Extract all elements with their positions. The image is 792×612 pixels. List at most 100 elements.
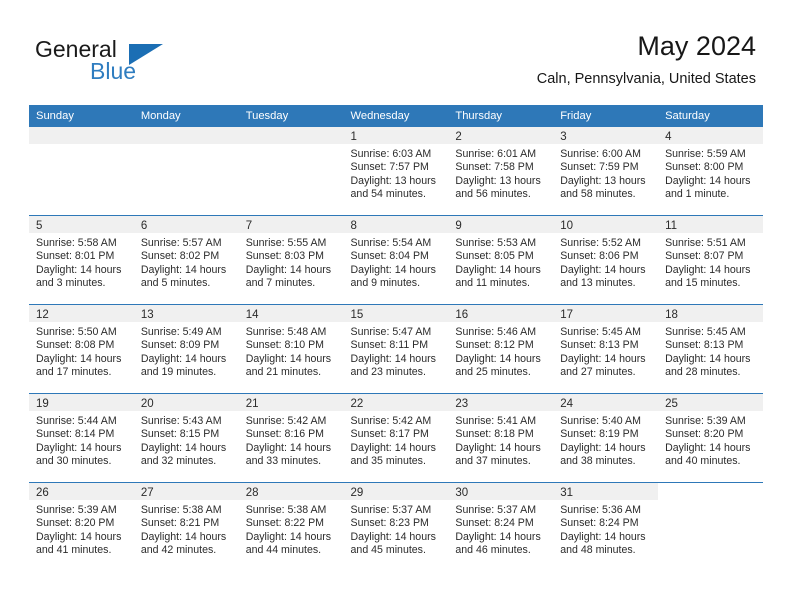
daylight-text-cont: and 3 minutes.	[36, 276, 106, 289]
sunrise-text: Sunrise: 5:47 AM	[350, 326, 432, 338]
calendar-day-cell[interactable]: 27 Sunrise: 5:38 AM Sunset: 8:21 PM Dayligh…	[133, 482, 239, 571]
day-number: 10	[553, 216, 659, 233]
daylight-text: Daylight: 14 hours	[455, 263, 541, 276]
day-cell-inner: 27 Sunrise: 5:38 AM Sunset: 8:21 PM Dayligh…	[133, 483, 239, 571]
daylight-text: Daylight: 14 hours	[560, 530, 646, 543]
daylight-text: Daylight: 14 hours	[560, 441, 646, 454]
sunset-text: Sunset: 8:00 PM	[665, 161, 744, 174]
day-cell-inner: 22 Sunrise: 5:42 AM Sunset: 8:17 PM Dayligh…	[343, 394, 449, 482]
calendar-day-cell[interactable]: 7 Sunrise: 5:55 AM Sunset: 8:03 PM Daylight…	[238, 215, 344, 305]
calendar-day-cell[interactable]: 25 Sunrise: 5:39 AM Sunset: 8:20 PM Dayligh…	[658, 393, 763, 483]
day-number: 20	[133, 394, 239, 411]
day-details	[29, 144, 134, 148]
sunset-text: Sunset: 8:03 PM	[245, 250, 325, 263]
calendar-day-cell[interactable]: 3 Sunrise: 6:00 AM Sunset: 7:59 PM Daylight…	[553, 127, 659, 216]
daylight-text: Daylight: 14 hours	[245, 352, 332, 365]
day-number: 29	[343, 483, 449, 500]
sunset-text: Sunset: 8:09 PM	[140, 339, 220, 352]
day-cell-inner: 19 Sunrise: 5:44 AM Sunset: 8:14 PM Dayligh…	[29, 394, 134, 482]
calendar-day-cell[interactable]: 22 Sunrise: 5:42 AM Sunset: 8:17 PM Dayligh…	[343, 393, 449, 483]
day-cell-inner: 6 Sunrise: 5:57 AM Sunset: 8:02 PM Daylight…	[133, 216, 239, 304]
calendar-day-cell[interactable]: 21 Sunrise: 5:42 AM Sunset: 8:16 PM Dayligh…	[238, 393, 344, 483]
day-details: Sunrise: 5:39 AM Sunset: 8:20 PM Daylight:…	[29, 500, 134, 557]
sunset-text: Sunset: 8:02 PM	[140, 250, 220, 263]
day-number: 24	[553, 394, 659, 411]
calendar-day-cell[interactable]: 29 Sunrise: 5:37 AM Sunset: 8:23 PM Dayligh…	[343, 482, 449, 571]
calendar-day-cell[interactable]: 10 Sunrise: 5:52 AM Sunset: 8:06 PM Dayligh…	[553, 215, 659, 305]
sunrise-text: Sunrise: 5:38 AM	[245, 504, 327, 516]
day-number: 8	[343, 216, 449, 233]
sunrise-text: Sunrise: 5:42 AM	[245, 415, 327, 427]
day-number: 14	[238, 305, 344, 322]
calendar-day-cell[interactable]: 1 Sunrise: 6:03 AM Sunset: 7:57 PM Daylight…	[343, 127, 449, 216]
day-cell-inner	[238, 127, 344, 215]
day-number: 3	[553, 127, 659, 144]
day-cell-inner: 29 Sunrise: 5:37 AM Sunset: 8:23 PM Dayligh…	[343, 483, 449, 571]
sunset-text: Sunset: 8:17 PM	[350, 428, 429, 441]
calendar-day-cell[interactable]: 2 Sunrise: 6:01 AM Sunset: 7:58 PM Daylight…	[448, 127, 554, 216]
daylight-text: Daylight: 14 hours	[140, 530, 227, 543]
daylight-text: Daylight: 14 hours	[36, 441, 122, 454]
calendar-day-cell[interactable]: 15 Sunrise: 5:47 AM Sunset: 8:11 PM Dayligh…	[343, 304, 449, 394]
calendar-day-cell[interactable]: 18 Sunrise: 5:45 AM Sunset: 8:13 PM Dayligh…	[658, 304, 763, 394]
day-details: Sunrise: 5:58 AM Sunset: 8:01 PM Daylight:…	[29, 233, 134, 290]
day-cell-inner: 21 Sunrise: 5:42 AM Sunset: 8:16 PM Dayligh…	[238, 394, 344, 482]
weekday-header-wednesday: Wednesday	[343, 105, 449, 127]
calendar-day-cell[interactable]: 9 Sunrise: 5:53 AM Sunset: 8:05 PM Daylight…	[448, 215, 554, 305]
day-number: 2	[448, 127, 554, 144]
day-number: 17	[553, 305, 659, 322]
day-number: 15	[343, 305, 449, 322]
calendar-day-cell[interactable]: 16 Sunrise: 5:46 AM Sunset: 8:12 PM Dayligh…	[448, 304, 554, 394]
day-number	[133, 127, 239, 144]
day-number: 12	[29, 305, 134, 322]
daylight-text: Daylight: 14 hours	[245, 263, 332, 276]
calendar-day-cell[interactable]: 14 Sunrise: 5:48 AM Sunset: 8:10 PM Dayligh…	[238, 304, 344, 394]
calendar-day-cell[interactable]: 26 Sunrise: 5:39 AM Sunset: 8:20 PM Dayligh…	[29, 482, 134, 571]
sunset-text: Sunset: 8:04 PM	[350, 250, 429, 263]
day-number: 27	[133, 483, 239, 500]
daylight-text-cont: and 21 minutes.	[245, 365, 322, 378]
day-details: Sunrise: 5:36 AM Sunset: 8:24 PM Daylight:…	[553, 500, 658, 557]
daylight-text-cont: and 13 minutes.	[560, 276, 636, 289]
calendar-day-cell[interactable]: 4 Sunrise: 5:59 AM Sunset: 8:00 PM Daylight…	[658, 127, 763, 216]
calendar-day-cell[interactable]: 17 Sunrise: 5:45 AM Sunset: 8:13 PM Dayligh…	[553, 304, 659, 394]
weekday-header-saturday: Saturday	[658, 105, 763, 127]
calendar-empty-cell	[29, 127, 134, 216]
daylight-text: Daylight: 14 hours	[36, 263, 122, 276]
calendar-day-cell[interactable]: 19 Sunrise: 5:44 AM Sunset: 8:14 PM Dayligh…	[29, 393, 134, 483]
sunset-text: Sunset: 8:01 PM	[36, 250, 115, 263]
day-cell-inner: 12 Sunrise: 5:50 AM Sunset: 8:08 PM Dayligh…	[29, 305, 134, 393]
calendar-day-cell[interactable]: 8 Sunrise: 5:54 AM Sunset: 8:04 PM Daylight…	[343, 215, 449, 305]
calendar-day-cell[interactable]: 6 Sunrise: 5:57 AM Sunset: 8:02 PM Daylight…	[133, 215, 239, 305]
calendar-day-cell[interactable]: 30 Sunrise: 5:37 AM Sunset: 8:24 PM Dayligh…	[448, 482, 554, 571]
calendar-day-cell[interactable]: 13 Sunrise: 5:49 AM Sunset: 8:09 PM Dayligh…	[133, 304, 239, 394]
daylight-text-cont: and 11 minutes.	[455, 276, 530, 289]
sunset-text: Sunset: 8:22 PM	[245, 517, 325, 530]
calendar-body: 1 Sunrise: 6:03 AM Sunset: 7:57 PM Daylight…	[29, 127, 763, 571]
calendar-day-cell[interactable]: 11 Sunrise: 5:51 AM Sunset: 8:07 PM Dayligh…	[658, 215, 763, 305]
daylight-text: Daylight: 14 hours	[455, 352, 541, 365]
daylight-text-cont: and 33 minutes.	[245, 454, 322, 467]
daylight-text: Daylight: 14 hours	[665, 174, 751, 187]
calendar-day-cell[interactable]: 23 Sunrise: 5:41 AM Sunset: 8:18 PM Dayligh…	[448, 393, 554, 483]
day-details: Sunrise: 5:42 AM Sunset: 8:17 PM Daylight:…	[344, 411, 449, 468]
day-number: 13	[133, 305, 239, 322]
day-cell-inner: 16 Sunrise: 5:46 AM Sunset: 8:12 PM Dayligh…	[448, 305, 554, 393]
calendar-day-cell[interactable]: 28 Sunrise: 5:38 AM Sunset: 8:22 PM Dayligh…	[238, 482, 344, 571]
general-blue-logo[interactable]: General Blue	[35, 36, 235, 86]
calendar-empty-cell	[658, 482, 763, 571]
sunset-text: Sunset: 8:24 PM	[455, 517, 534, 530]
daylight-text-cont: and 56 minutes.	[455, 187, 531, 200]
day-details: Sunrise: 5:39 AM Sunset: 8:20 PM Daylight:…	[658, 411, 763, 468]
calendar-day-cell[interactable]: 12 Sunrise: 5:50 AM Sunset: 8:08 PM Dayligh…	[29, 304, 134, 394]
daylight-text-cont: and 45 minutes.	[350, 543, 426, 556]
calendar-day-cell[interactable]: 20 Sunrise: 5:43 AM Sunset: 8:15 PM Dayligh…	[133, 393, 239, 483]
calendar-day-cell[interactable]: 5 Sunrise: 5:58 AM Sunset: 8:01 PM Daylight…	[29, 215, 134, 305]
sunset-text: Sunset: 7:58 PM	[455, 161, 534, 174]
calendar-day-cell[interactable]: 31 Sunrise: 5:36 AM Sunset: 8:24 PM Dayligh…	[553, 482, 659, 571]
daylight-text: Daylight: 14 hours	[140, 441, 227, 454]
sunrise-text: Sunrise: 5:50 AM	[36, 326, 117, 338]
daylight-text-cont: and 41 minutes.	[36, 543, 112, 556]
sunrise-text: Sunrise: 5:39 AM	[665, 415, 746, 427]
calendar-day-cell[interactable]: 24 Sunrise: 5:40 AM Sunset: 8:19 PM Dayligh…	[553, 393, 659, 483]
